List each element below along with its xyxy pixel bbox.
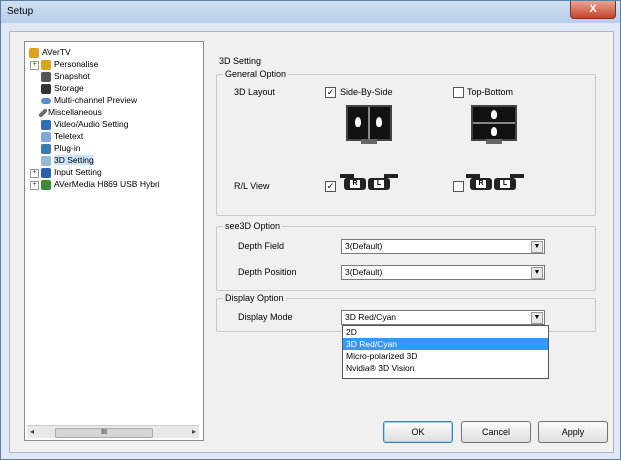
tree-item-device[interactable]: AVerMedia H869 USB Hybri [41, 178, 160, 190]
3d-icon [41, 155, 51, 166]
display-mode-label: Display Mode [238, 312, 293, 322]
tools-icon [41, 119, 51, 130]
chevron-down-icon[interactable]: ▼ [531, 312, 543, 324]
general-option-title: General Option [223, 69, 289, 79]
device-icon [41, 179, 51, 190]
tree-horizontal-scrollbar[interactable]: ◂ III ▸ [27, 425, 199, 438]
apply-button[interactable]: Apply [538, 421, 608, 443]
expand-personalise-icon[interactable]: + [30, 61, 39, 70]
title-bar[interactable]: Setup X [1, 1, 620, 23]
pen-icon [38, 107, 48, 118]
tree-item-storage[interactable]: Storage [41, 82, 84, 94]
see3d-option-group [216, 226, 596, 291]
depth-position-label: Depth Position [238, 267, 297, 277]
tree-item-input-setting[interactable]: Input Setting [41, 166, 102, 178]
display-option-title: Display Option [223, 293, 286, 303]
lr-glasses-icon: R L [466, 174, 524, 190]
3d-layout-label: 3D Layout [234, 87, 276, 97]
option-nvidia-3d-vision[interactable]: Nvidia® 3D Vision [343, 362, 548, 374]
rl-view-label: R/L View [234, 181, 270, 191]
tree-item-multichannel[interactable]: Multi-channel Preview [41, 94, 137, 106]
chevron-down-icon[interactable]: ▼ [531, 241, 543, 253]
setup-window: Setup X AVerTV + Personalise Snapshot St… [0, 0, 621, 460]
top-bottom-monitor-icon [471, 105, 517, 144]
cancel-button[interactable]: Cancel [461, 421, 531, 443]
dialog-client: AVerTV + Personalise Snapshot Storage Mu… [9, 31, 614, 453]
window-title: Setup [7, 6, 34, 17]
option-3d-red-cyan[interactable]: 3D Red/Cyan [343, 338, 548, 350]
disk-icon [41, 83, 51, 94]
tree-item-plugin[interactable]: Plug-in [41, 142, 80, 154]
top-bottom-label: Top-Bottom [467, 87, 514, 97]
tree-item-3d-setting[interactable]: 3D Setting [41, 154, 94, 166]
settings-tree[interactable]: AVerTV + Personalise Snapshot Storage Mu… [24, 41, 204, 441]
teletext-icon [41, 131, 51, 142]
input-icon [41, 167, 51, 178]
personalise-icon [41, 59, 51, 70]
tree-item-teletext[interactable]: Teletext [41, 130, 83, 142]
option-micro-polarized[interactable]: Micro-polarized 3D [343, 350, 548, 362]
rl-view-checkbox[interactable]: ✓ [325, 181, 336, 192]
close-button[interactable]: X [570, 1, 616, 19]
depth-field-label: Depth Field [238, 241, 285, 251]
rl-glasses-icon: R L [340, 174, 398, 190]
eye-icon [41, 97, 51, 104]
tree-item-personalise[interactable]: Personalise [41, 58, 98, 70]
plugin-icon [41, 143, 51, 154]
chevron-down-icon[interactable]: ▼ [531, 267, 543, 279]
expand-input-icon[interactable]: + [30, 169, 39, 178]
scroll-thumb[interactable]: III [55, 428, 153, 438]
tree-item-video-audio[interactable]: Video/Audio Setting [41, 118, 129, 130]
expand-device-icon[interactable]: + [30, 181, 39, 190]
page-title: 3D Setting [219, 56, 262, 66]
camera-icon [41, 71, 51, 82]
side-by-side-monitor-icon [346, 105, 392, 144]
tree-item-avertv[interactable]: AVerTV [29, 46, 71, 58]
tree-item-snapshot[interactable]: Snapshot [41, 70, 90, 82]
side-by-side-label: Side-By-Side [340, 87, 393, 97]
depth-field-select[interactable]: 3(Default) ▼ [341, 239, 545, 254]
display-mode-dropdown[interactable]: 2D 3D Red/Cyan Micro-polarized 3D Nvidia… [342, 325, 549, 379]
scroll-right-icon[interactable]: ▸ [192, 427, 196, 436]
see3d-option-title: see3D Option [223, 221, 283, 231]
avertv-icon [29, 47, 39, 58]
display-mode-select[interactable]: 3D Red/Cyan ▼ [341, 310, 545, 325]
side-by-side-checkbox[interactable]: ✓ [325, 87, 336, 98]
ok-button[interactable]: OK [383, 421, 453, 443]
depth-position-select[interactable]: 3(Default) ▼ [341, 265, 545, 280]
top-bottom-checkbox[interactable] [453, 87, 464, 98]
tree-item-miscellaneous[interactable]: Miscellaneous [38, 106, 102, 118]
scroll-left-icon[interactable]: ◂ [30, 427, 34, 436]
lr-view-checkbox[interactable] [453, 181, 464, 192]
option-2d[interactable]: 2D [343, 326, 548, 338]
